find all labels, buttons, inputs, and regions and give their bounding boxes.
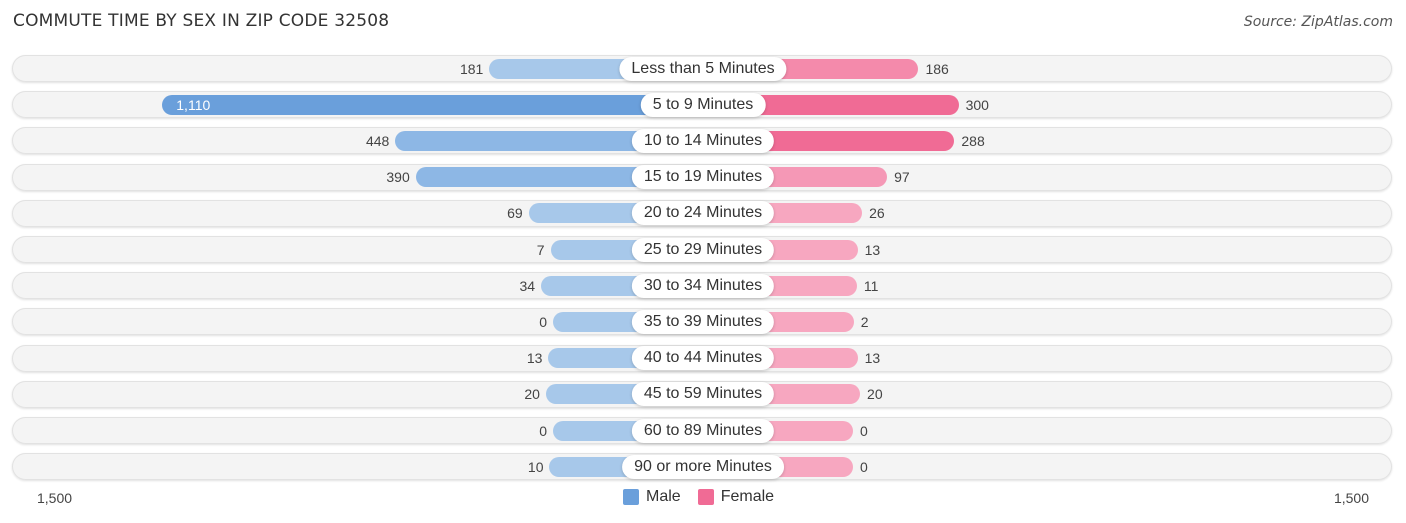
- category-label: 30 to 34 Minutes: [631, 273, 775, 298]
- value-label-male: 10: [527, 458, 544, 475]
- value-label-female: 13: [864, 241, 881, 258]
- value-label-male: 69: [507, 205, 523, 222]
- axis-right-label: 1,500: [1333, 490, 1369, 506]
- value-label-female: 13: [864, 350, 881, 367]
- legend-swatch-male: [623, 489, 639, 505]
- value-label-male: 181: [459, 60, 484, 77]
- value-label-female: 20: [867, 386, 883, 403]
- legend: Male Female: [623, 488, 791, 506]
- value-label-male: 1,110: [176, 96, 211, 113]
- legend-label-male: Male: [646, 488, 681, 505]
- legend-swatch-female: [697, 489, 714, 505]
- value-label-female: 0: [860, 458, 868, 475]
- value-label-female: 2: [860, 313, 869, 330]
- category-label: 25 to 29 Minutes: [631, 237, 775, 262]
- category-label: 15 to 19 Minutes: [631, 165, 775, 190]
- value-label-female: 26: [869, 205, 885, 222]
- category-label: 10 to 14 Minutes: [631, 128, 775, 153]
- value-label-male: 390: [386, 169, 410, 186]
- value-label-male: 448: [365, 132, 390, 149]
- category-label: 40 to 44 Minutes: [631, 346, 775, 371]
- value-label-male: 20: [524, 386, 540, 403]
- category-label: 60 to 89 Minutes: [631, 418, 775, 443]
- value-label-male: 13: [526, 350, 543, 367]
- source-label: Source: ZipAtlas.com: [1243, 14, 1393, 30]
- value-label-female: 300: [965, 96, 989, 113]
- legend-label-female: Female: [720, 488, 775, 505]
- axis-left-label: 1,500: [37, 490, 73, 506]
- category-label: 45 to 59 Minutes: [631, 382, 775, 407]
- value-label-male: 0: [539, 422, 547, 439]
- value-label-female: 186: [925, 60, 949, 77]
- chart-title: COMMUTE TIME BY SEX IN ZIP CODE 32508: [13, 11, 390, 31]
- category-label: 20 to 24 Minutes: [631, 201, 775, 226]
- category-label: 35 to 39 Minutes: [631, 309, 775, 334]
- legend-item-male: Male: [623, 488, 681, 506]
- value-label-female: 97: [894, 169, 910, 186]
- value-label-female: 0: [860, 422, 868, 439]
- value-label-male: 0: [539, 313, 547, 330]
- category-label: 90 or more Minutes: [622, 454, 784, 479]
- value-label-female: 288: [961, 132, 985, 149]
- legend-item-female: Female: [697, 488, 775, 506]
- category-label: Less than 5 Minutes: [619, 56, 787, 81]
- value-label-male: 7: [536, 241, 545, 258]
- category-label: 5 to 9 Minutes: [640, 92, 766, 117]
- value-label-female: 11: [863, 277, 879, 294]
- bar-male[interactable]: [162, 94, 703, 115]
- value-label-male: 34: [519, 277, 536, 294]
